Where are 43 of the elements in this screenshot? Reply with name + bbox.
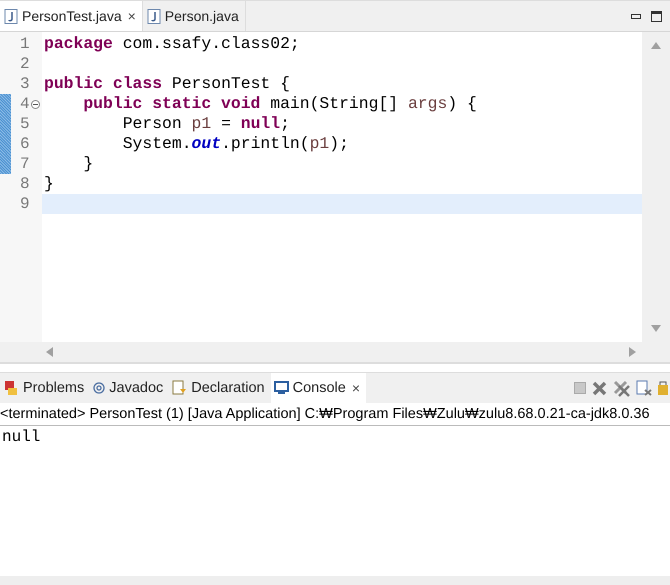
line-number: 9	[20, 195, 31, 213]
line-number: 8	[20, 175, 31, 193]
code-line: public static void main(String[] args) {	[82, 94, 478, 114]
minimize-icon[interactable]	[631, 14, 641, 18]
maximize-icon[interactable]	[651, 10, 662, 22]
line-number: 2	[20, 55, 31, 73]
code-line: public class PersonTest {	[43, 74, 291, 94]
java-file-icon	[4, 8, 18, 24]
line-number: 4	[20, 95, 31, 113]
code-line: package com.ssafy.class02;	[43, 34, 301, 54]
scroll-right-icon[interactable]	[629, 347, 636, 357]
line-number: 6	[20, 135, 31, 153]
line-number: 3	[20, 75, 31, 93]
line-number: 7	[20, 155, 31, 173]
console-output: null	[1, 427, 42, 448]
panel-tab[interactable]: Console ×	[270, 373, 366, 403]
code-line: Person p1 = null;	[122, 114, 291, 134]
close-button[interactable]: ×	[352, 380, 360, 396]
clear-console-icon[interactable]	[636, 380, 652, 396]
collapse-icon[interactable]	[31, 100, 40, 109]
editor-tab[interactable]: PersonTest.java ×	[0, 1, 143, 31]
at-sign-icon	[93, 382, 106, 394]
line-number: 1	[20, 35, 31, 53]
console-header: <terminated> PersonTest (1) [Java Application] C:₩Program Files₩Zulu₩zulu8.68.0.21-ca-jdk8.0.36	[0, 403, 670, 426]
panel-tab[interactable]: Declaration	[169, 373, 271, 403]
close-button[interactable]: ×	[128, 8, 136, 24]
remove-icon[interactable]	[592, 380, 607, 396]
scroll-left-icon[interactable]	[46, 347, 53, 357]
line-number: 5	[20, 115, 31, 133]
code-line: }	[43, 174, 55, 194]
java-file-icon	[146, 8, 161, 24]
problems-icon	[3, 380, 19, 396]
lock-icon[interactable]	[658, 380, 668, 396]
document-icon	[172, 380, 188, 396]
code-line: }	[82, 154, 94, 174]
scroll-down-icon[interactable]	[651, 325, 661, 332]
console-icon	[274, 381, 289, 395]
code-line: System.out.println(p1);	[122, 134, 350, 154]
remove-all-icon[interactable]	[613, 380, 630, 396]
scroll-up-icon[interactable]	[651, 42, 661, 49]
panel-tab[interactable]: Problems	[0, 373, 90, 403]
panel-tab[interactable]: Javadoc	[90, 373, 170, 403]
editor-tab[interactable]: Person.java	[142, 1, 246, 31]
